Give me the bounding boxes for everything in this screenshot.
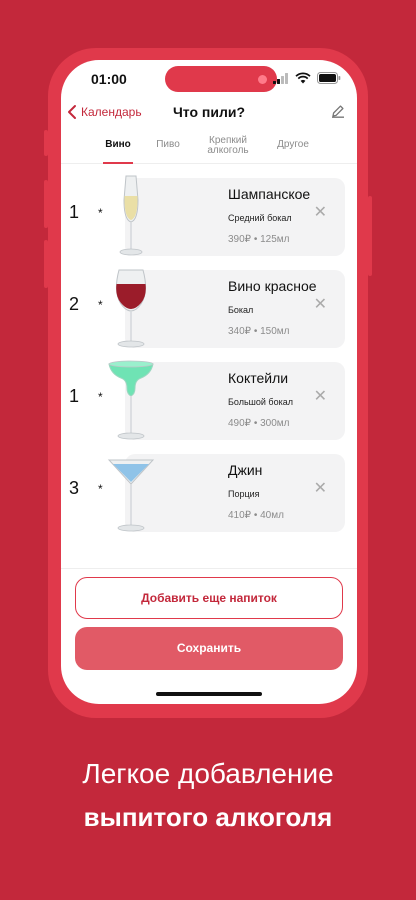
cellular-signal-icon xyxy=(273,72,288,84)
drink-price: 390₽ • 125мл xyxy=(228,234,290,245)
margarita-glass-icon xyxy=(108,360,154,440)
drink-price: 340₽ • 150мл xyxy=(228,326,290,337)
wine-glass-icon xyxy=(115,269,147,348)
wifi-icon xyxy=(295,72,311,84)
drink-price: 490₽ • 300мл xyxy=(228,418,290,429)
remove-drink-icon[interactable]: ✕ xyxy=(314,386,327,406)
drink-name: Джин xyxy=(228,462,263,478)
champagne-flute-icon xyxy=(119,175,143,256)
remove-drink-icon[interactable]: ✕ xyxy=(314,478,327,498)
add-drink-button[interactable]: Добавить еще напиток xyxy=(75,577,343,619)
drink-size: Большой бокал xyxy=(228,397,293,407)
drink-price: 410₽ • 40мл xyxy=(228,510,284,521)
drink-row: 1 * Шампанское Средний бокал 390₽ • 125м… xyxy=(61,175,357,258)
section-divider xyxy=(61,568,357,569)
drink-row: 1 * Коктейли Большой бокал 490₽ • 300мл … xyxy=(61,360,357,442)
save-button[interactable]: Сохранить xyxy=(75,627,343,670)
drink-size: Средний бокал xyxy=(228,213,292,223)
drink-row: 2 * Вино красное Бокал 340₽ • 150мл ✕ xyxy=(61,269,357,350)
drink-quantity[interactable]: 3 xyxy=(69,478,85,499)
status-time: 01:00 xyxy=(91,71,127,87)
page-title: Что пили? xyxy=(172,104,246,120)
drink-quantity[interactable]: 1 xyxy=(69,202,85,223)
martini-glass-icon xyxy=(107,459,155,532)
tab-beer[interactable]: Пиво xyxy=(153,140,183,150)
dynamic-island xyxy=(165,66,277,92)
drink-quantity[interactable]: 2 xyxy=(69,294,85,315)
navigation-bar: Календарь Что пили? xyxy=(61,100,357,132)
drink-name: Коктейли xyxy=(228,370,289,386)
tab-other[interactable]: Другое xyxy=(271,140,315,150)
edit-icon[interactable] xyxy=(331,104,345,118)
drink-row: 3 * Джин Порция 410₽ • 40мл ✕ xyxy=(61,454,357,534)
drink-quantity[interactable]: 1 xyxy=(69,386,85,407)
drink-name: Вино красное xyxy=(228,278,317,294)
tab-strong-alcohol[interactable]: Крепкий алкоголь xyxy=(201,136,255,156)
active-tab-indicator xyxy=(103,162,133,164)
status-icons xyxy=(273,72,341,84)
caption-line-1: Легкое добавление xyxy=(82,758,334,789)
category-tabs: Вино Пиво Крепкий алкоголь Другое xyxy=(61,134,357,164)
battery-icon xyxy=(317,72,341,84)
recording-dot-icon xyxy=(258,75,267,84)
phone-screen: 01:00 Календарь Что пили? Вино Пиво Креп… xyxy=(61,60,357,704)
phone-power-button xyxy=(368,196,372,276)
home-indicator[interactable] xyxy=(156,692,262,696)
tab-wine[interactable]: Вино xyxy=(101,140,135,150)
drink-size: Бокал xyxy=(228,305,254,315)
remove-drink-icon[interactable]: ✕ xyxy=(314,202,327,222)
drink-name: Шампанское xyxy=(228,186,311,202)
remove-drink-icon[interactable]: ✕ xyxy=(314,294,327,314)
caption-line-2: выпитого алкоголя xyxy=(83,802,333,832)
status-bar: 01:00 xyxy=(61,60,357,100)
drink-size: Порция xyxy=(228,489,260,499)
